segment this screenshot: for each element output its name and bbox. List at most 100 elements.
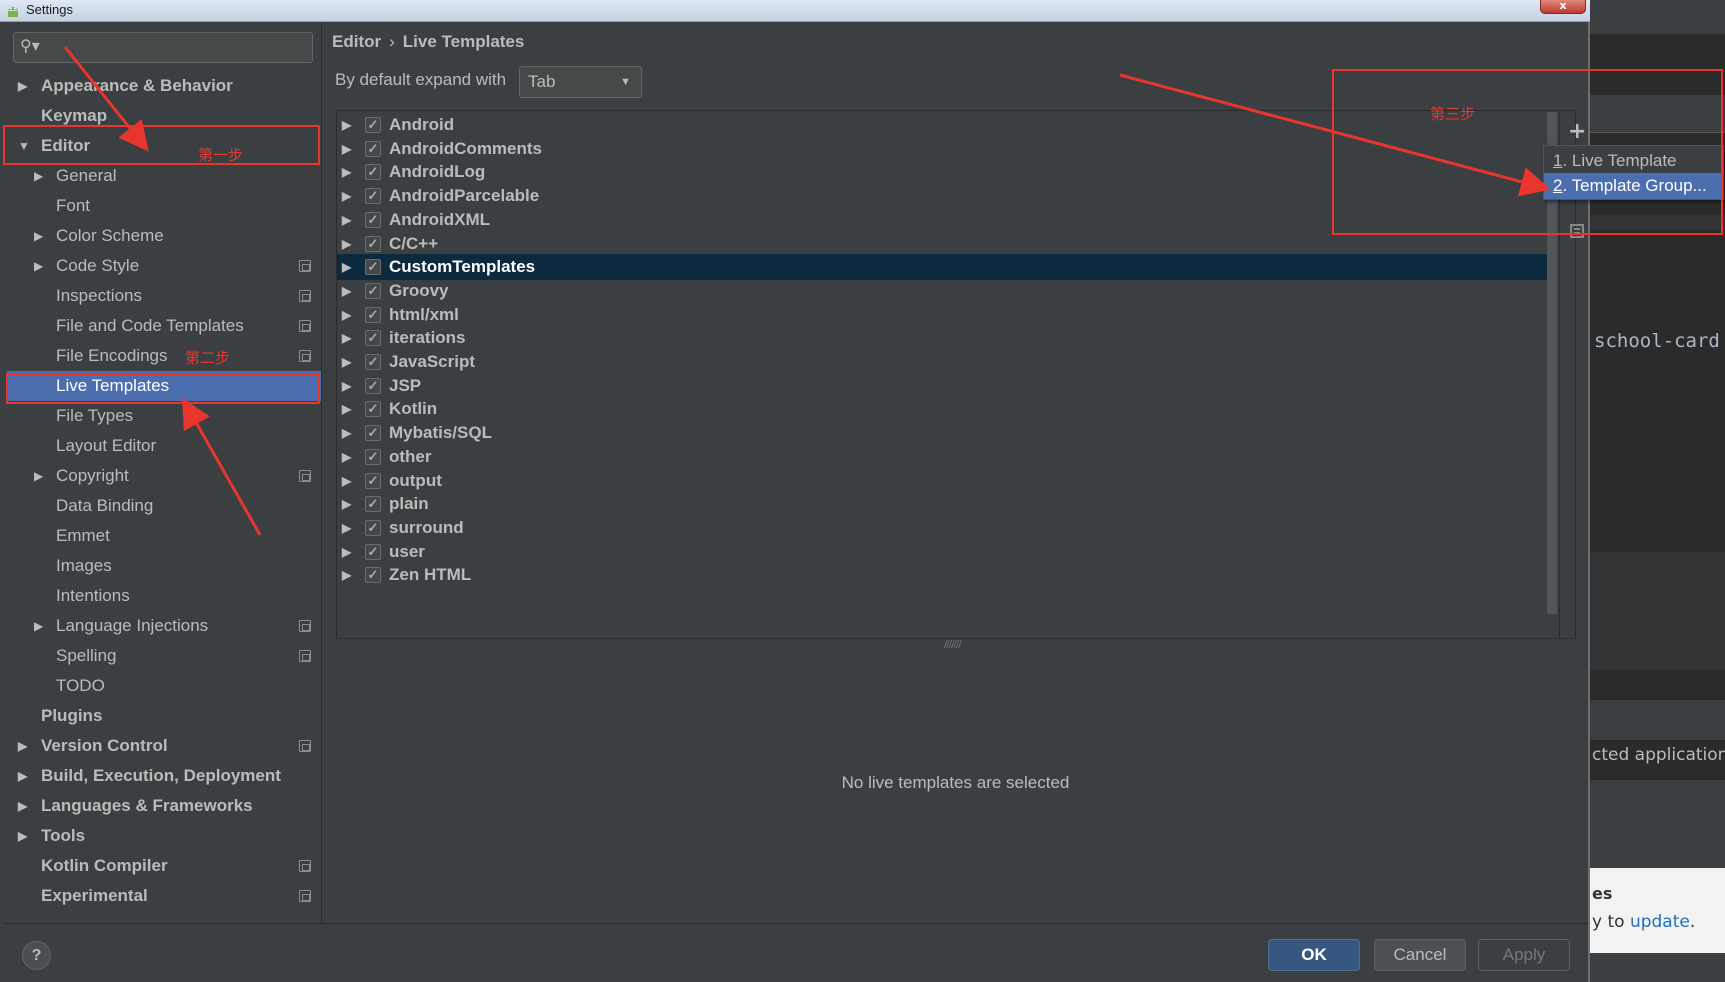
chevron-right-icon[interactable]: ▶ (342, 159, 351, 185)
sidebar-item-images[interactable]: Images (4, 551, 322, 581)
chevron-right-icon[interactable]: ▶ (34, 461, 43, 491)
sidebar-item-code-style[interactable]: ▶ Code Style (4, 251, 322, 281)
apply-button[interactable]: Apply (1478, 939, 1570, 971)
chevron-right-icon[interactable]: ▶ (342, 468, 351, 494)
chevron-right-icon[interactable]: ▶ (18, 71, 27, 101)
sidebar-item-label: Build, Execution, Deployment (41, 766, 281, 785)
chevron-right-icon[interactable]: ▶ (342, 444, 351, 470)
help-button[interactable]: ? (22, 941, 51, 970)
chevron-right-icon[interactable]: ▶ (18, 791, 27, 821)
template-group-row[interactable]: ▶ ✓ Mybatis/SQL (337, 420, 1547, 446)
group-enabled-checkbox[interactable]: ✓ (365, 567, 381, 584)
chevron-right-icon[interactable]: ▶ (342, 136, 351, 162)
group-enabled-checkbox[interactable]: ✓ (365, 211, 381, 228)
chevron-right-icon[interactable]: ▶ (342, 539, 351, 565)
chevron-right-icon[interactable]: ▶ (342, 325, 351, 351)
sidebar-item-copyright[interactable]: ▶ Copyright (4, 461, 322, 491)
group-enabled-checkbox[interactable]: ✓ (365, 543, 381, 560)
group-enabled-checkbox[interactable]: ✓ (365, 496, 381, 513)
sidebar-item-kotlin-compiler[interactable]: Kotlin Compiler (4, 851, 322, 881)
group-enabled-checkbox[interactable]: ✓ (365, 401, 381, 418)
template-group-row[interactable]: ▶ ✓ JavaScript (337, 349, 1547, 375)
chevron-right-icon[interactable]: ▶ (342, 302, 351, 328)
chevron-right-icon[interactable]: ▶ (342, 349, 351, 375)
bg-update-link[interactable]: update (1630, 912, 1690, 932)
sidebar-item-language-injections[interactable]: ▶ Language Injections (4, 611, 322, 641)
group-enabled-checkbox[interactable]: ✓ (365, 188, 381, 205)
sidebar-item-tools[interactable]: ▶ Tools (4, 821, 322, 851)
group-enabled-checkbox[interactable]: ✓ (365, 282, 381, 299)
chevron-right-icon[interactable]: ▶ (342, 515, 351, 541)
sidebar-item-inspections[interactable]: Inspections (4, 281, 322, 311)
template-group-row[interactable]: ▶ ✓ Kotlin (337, 396, 1547, 422)
group-enabled-checkbox[interactable]: ✓ (365, 354, 381, 370)
template-group-row[interactable]: ▶ ✓ iterations (337, 325, 1547, 351)
sidebar-item-label: Inspections (56, 286, 142, 305)
chevron-right-icon[interactable]: ▶ (342, 562, 351, 588)
group-enabled-checkbox[interactable]: ✓ (365, 377, 381, 394)
chevron-right-icon[interactable]: ▶ (342, 373, 351, 399)
sidebar-item-spelling[interactable]: Spelling (4, 641, 322, 671)
template-group-row[interactable]: ▶ ✓ surround (337, 515, 1547, 541)
sidebar-item-layout-editor[interactable]: Layout Editor (4, 431, 322, 461)
group-enabled-checkbox[interactable]: ✓ (365, 472, 381, 489)
chevron-right-icon[interactable]: ▶ (18, 821, 27, 851)
sidebar-item-experimental[interactable]: Experimental (4, 881, 322, 911)
group-enabled-checkbox[interactable]: ✓ (365, 235, 381, 252)
sidebar-item-file-types[interactable]: File Types (4, 401, 322, 431)
sidebar-item-general[interactable]: ▶ General (4, 161, 322, 191)
sidebar-item-file-and-code-templates[interactable]: File and Code Templates (4, 311, 322, 341)
template-group-row[interactable]: ▶ ✓ user (337, 539, 1547, 565)
group-enabled-checkbox[interactable]: ✓ (365, 519, 381, 536)
chevron-right-icon[interactable]: ▶ (18, 731, 27, 761)
chevron-right-icon[interactable]: ▶ (342, 278, 351, 304)
group-enabled-checkbox[interactable]: ✓ (365, 140, 381, 157)
template-group-row[interactable]: ▶ ✓ output (337, 468, 1547, 494)
chevron-right-icon[interactable]: ▶ (34, 611, 43, 641)
chevron-right-icon[interactable]: ▶ (342, 396, 351, 422)
sidebar-item-plugins[interactable]: Plugins (4, 701, 322, 731)
sidebar-item-file-encodings[interactable]: File Encodings (4, 341, 322, 371)
expand-with-select[interactable]: Tab ▼ (519, 66, 642, 98)
template-group-row[interactable]: ▶ ✓ html/xml (337, 302, 1547, 328)
search-input[interactable]: ⚲▾ (13, 32, 313, 63)
splitter-handle[interactable]: /////// (944, 639, 962, 650)
chevron-right-icon[interactable]: ▶ (342, 183, 351, 209)
group-enabled-checkbox[interactable]: ✓ (365, 448, 381, 465)
chevron-right-icon[interactable]: ▶ (18, 761, 27, 791)
chevron-right-icon[interactable]: ▶ (342, 491, 351, 517)
chevron-right-icon[interactable]: ▶ (34, 221, 43, 251)
close-button[interactable]: x (1540, 0, 1586, 14)
chevron-right-icon[interactable]: ▶ (342, 112, 351, 138)
template-group-row[interactable]: ▶ ✓ Groovy (337, 278, 1547, 304)
group-enabled-checkbox[interactable]: ✓ (365, 425, 381, 442)
group-enabled-checkbox[interactable]: ✓ (365, 306, 381, 323)
sidebar-item-font[interactable]: Font (4, 191, 322, 221)
sidebar-item-appearance-behavior[interactable]: ▶ Appearance & Behavior (4, 71, 322, 101)
group-enabled-checkbox[interactable]: ✓ (365, 259, 381, 276)
sidebar-item-build-execution-deployment[interactable]: ▶ Build, Execution, Deployment (4, 761, 322, 791)
template-group-row[interactable]: ▶ ✓ CustomTemplates (337, 254, 1547, 281)
template-group-row[interactable]: ▶ ✓ Zen HTML (337, 562, 1547, 588)
template-group-row[interactable]: ▶ ✓ other (337, 444, 1547, 470)
sidebar-item-intentions[interactable]: Intentions (4, 581, 322, 611)
sidebar-item-languages-frameworks[interactable]: ▶ Languages & Frameworks (4, 791, 322, 821)
sidebar-item-todo[interactable]: TODO (4, 671, 322, 701)
group-enabled-checkbox[interactable]: ✓ (365, 164, 381, 181)
group-enabled-checkbox[interactable]: ✓ (365, 330, 381, 347)
sidebar-item-data-binding[interactable]: Data Binding (4, 491, 322, 521)
chevron-right-icon[interactable]: ▶ (342, 207, 351, 233)
chevron-right-icon[interactable]: ▶ (342, 420, 351, 446)
sidebar-item-version-control[interactable]: ▶ Version Control (4, 731, 322, 761)
ok-button[interactable]: OK (1268, 939, 1360, 971)
sidebar-item-emmet[interactable]: Emmet (4, 521, 322, 551)
template-group-row[interactable]: ▶ ✓ JSP (337, 373, 1547, 399)
cancel-button[interactable]: Cancel (1374, 939, 1466, 971)
chevron-right-icon[interactable]: ▶ (342, 231, 351, 257)
chevron-right-icon[interactable]: ▶ (342, 254, 351, 280)
sidebar-item-color-scheme[interactable]: ▶ Color Scheme (4, 221, 322, 251)
template-group-row[interactable]: ▶ ✓ plain (337, 491, 1547, 517)
chevron-right-icon[interactable]: ▶ (34, 251, 43, 281)
group-enabled-checkbox[interactable]: ✓ (365, 117, 381, 133)
chevron-right-icon[interactable]: ▶ (34, 161, 43, 191)
